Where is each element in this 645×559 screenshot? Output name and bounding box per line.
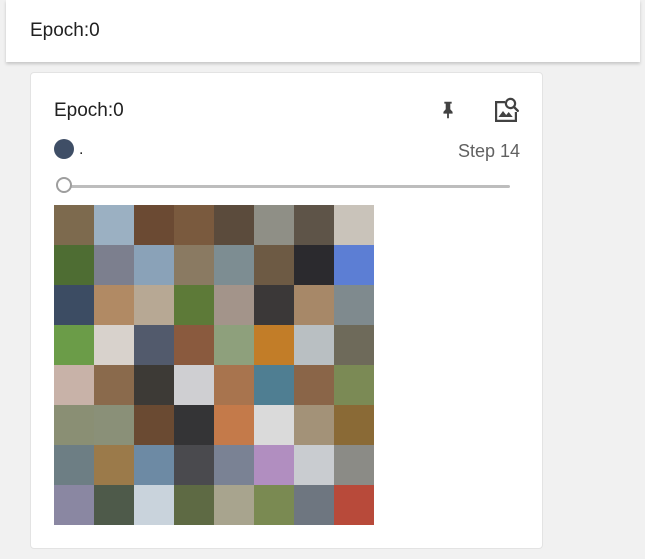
image-tile [294,485,334,525]
image-tile [294,245,334,285]
image-tile [294,405,334,445]
image-tile [174,485,214,525]
image-tile [214,325,254,365]
image-tile [134,325,174,365]
image-tile [294,205,334,245]
image-tile [54,445,94,485]
image-tile [214,285,254,325]
image-tile [174,445,214,485]
image-tile [94,205,134,245]
image-tile [254,445,294,485]
image-tile [94,325,134,365]
image-tile [334,485,374,525]
image-tile [134,285,174,325]
pin-icon [443,101,453,119]
image-search-icon [495,97,519,122]
image-tile [94,245,134,285]
image-tile [334,245,374,285]
image-tile [134,365,174,405]
image-tile [134,445,174,485]
image-tile [94,445,134,485]
image-tile [54,485,94,525]
image-tile [294,445,334,485]
image-tile [214,405,254,445]
image-tile [254,405,294,445]
image-tile [254,245,294,285]
step-slider[interactable] [54,175,510,197]
image-tile [254,365,294,405]
image-tile [334,365,374,405]
header-title: Epoch:0 [30,20,100,41]
slider-track [64,185,510,188]
image-tile [54,405,94,445]
image-card: Epoch:0 . Step 14 [30,72,543,549]
top-header: Epoch:0 [6,0,640,62]
image-tile [54,205,94,245]
image-tile [254,285,294,325]
run-color-dot [54,139,74,159]
image-tile [134,245,174,285]
image-tile [214,365,254,405]
image-tile [334,205,374,245]
image-tile [214,445,254,485]
image-tile [334,445,374,485]
image-tile [54,285,94,325]
image-tile [294,325,334,365]
image-tile [134,205,174,245]
image-tile [334,405,374,445]
image-tile [174,285,214,325]
image-tile [334,325,374,365]
image-tile [174,325,214,365]
image-tile [174,365,214,405]
image-tile [94,365,134,405]
step-label: Step 14 [457,141,520,161]
image-grid [54,205,374,525]
image-tile [134,485,174,525]
run-label: . [79,141,84,158]
image-tile [134,405,174,445]
image-tile [214,205,254,245]
image-tile [254,485,294,525]
image-tile [94,405,134,445]
image-tile [174,405,214,445]
image-tile [54,245,94,285]
fullscreen-button[interactable] [489,93,523,127]
card-title: Epoch:0 [54,100,124,121]
image-tile [294,285,334,325]
image-tile [94,285,134,325]
image-tile [94,485,134,525]
image-tile [254,205,294,245]
pin-button[interactable] [431,93,465,127]
image-tile [174,245,214,285]
image-tile [214,245,254,285]
image-tile [334,285,374,325]
image-tile [54,365,94,405]
image-tile [214,485,254,525]
image-tile [54,325,94,365]
slider-thumb[interactable] [56,177,72,193]
image-tile [294,365,334,405]
image-tile [174,205,214,245]
image-tile [254,325,294,365]
